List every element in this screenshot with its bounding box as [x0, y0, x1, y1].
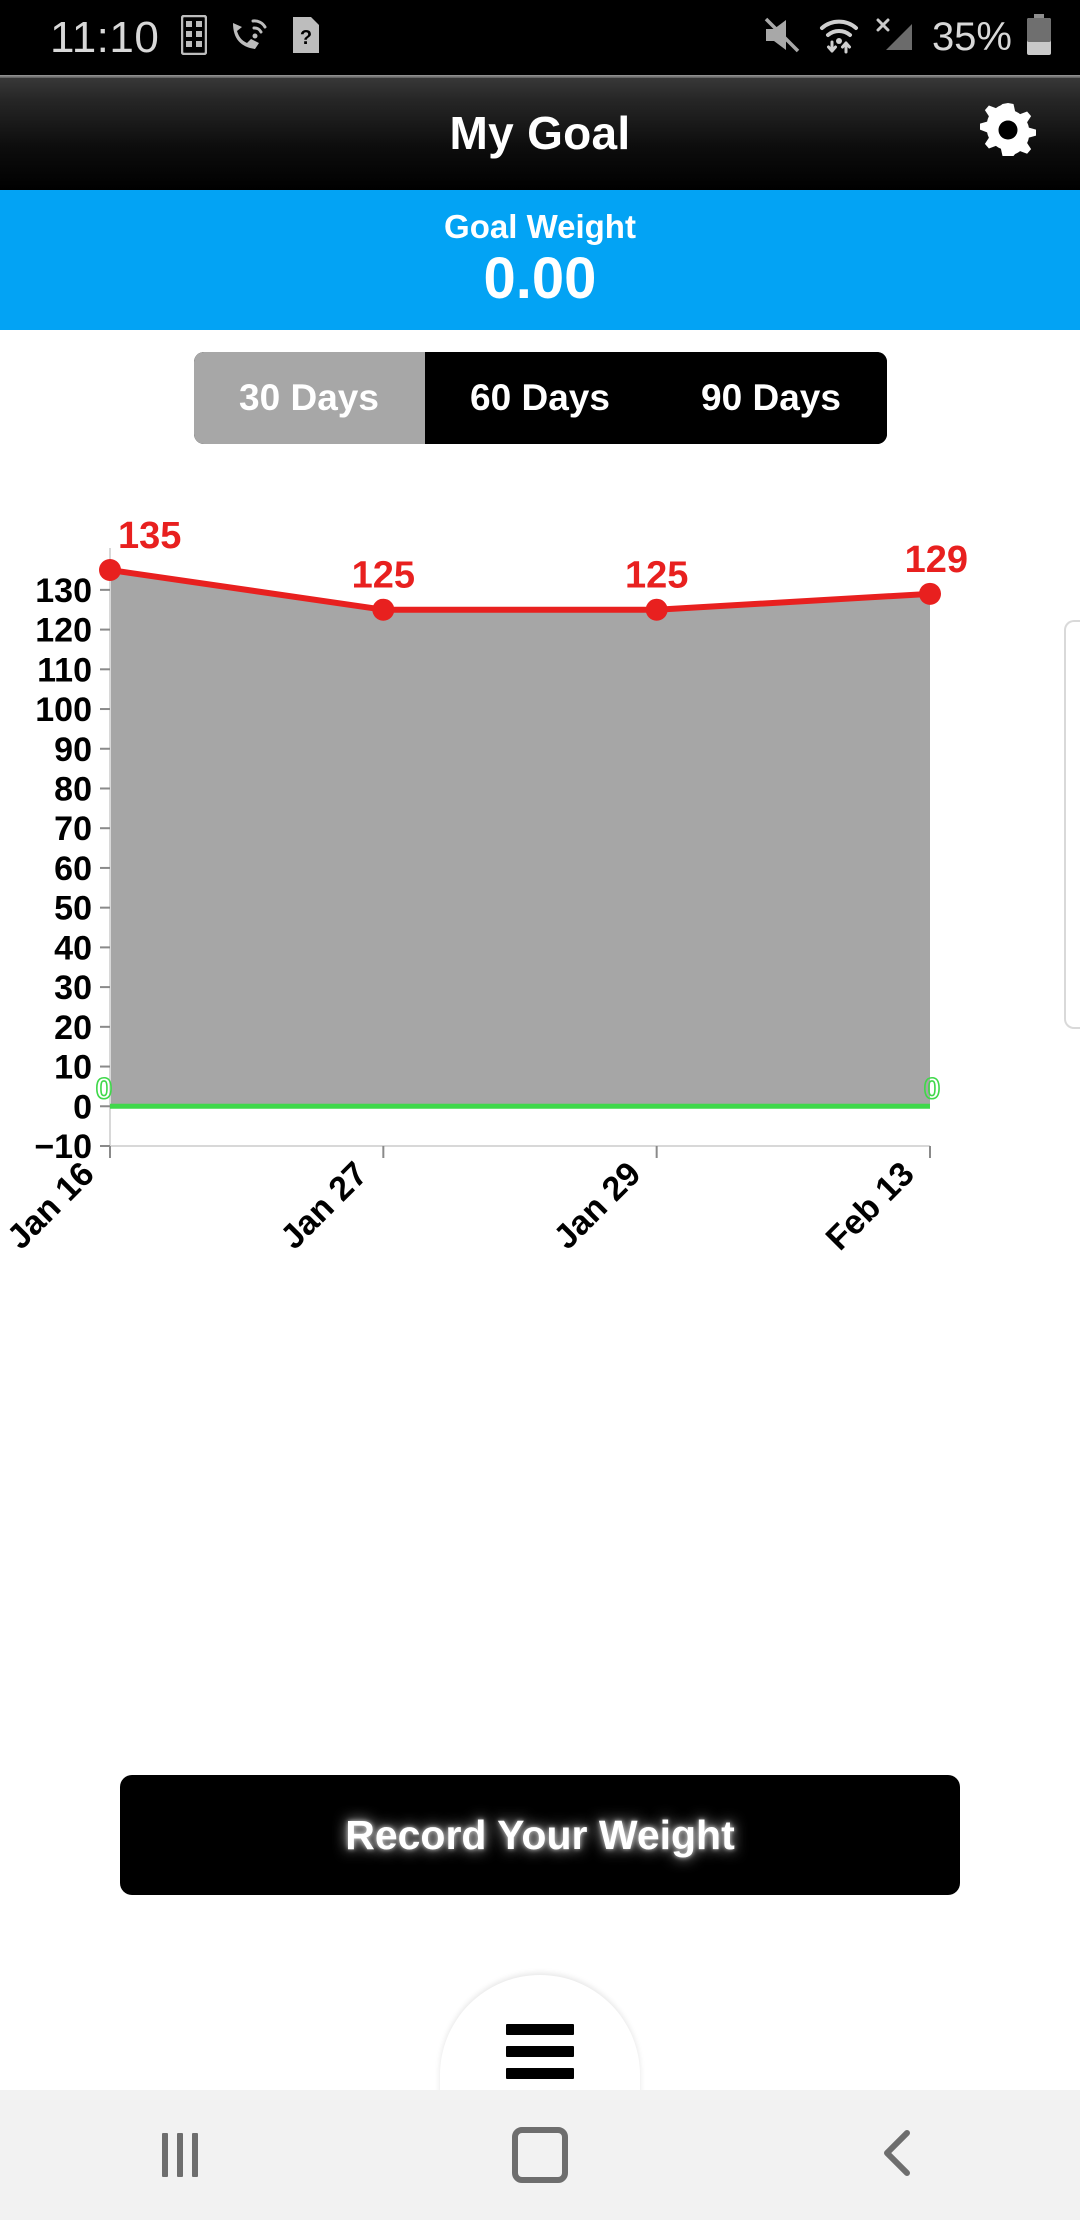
hamburger-menu-icon — [506, 2023, 574, 2079]
app-bar: My Goal — [0, 75, 1080, 190]
svg-text:90: 90 — [54, 731, 92, 769]
status-bar: 11:10 ? 35% — [0, 0, 1080, 75]
keypad-icon — [181, 14, 208, 60]
home-icon — [512, 2127, 568, 2183]
svg-text:50: 50 — [54, 890, 92, 928]
record-weight-button-label: Record Your Weight — [345, 1811, 735, 1858]
status-bar-left: 11:10 ? — [0, 12, 321, 62]
tab-30-days[interactable]: 30 Days — [193, 352, 425, 444]
nav-home-button[interactable] — [465, 2090, 615, 2220]
goal-weight-label: Goal Weight — [444, 208, 636, 246]
svg-text:?: ? — [300, 27, 312, 49]
svg-text:70: 70 — [54, 810, 92, 848]
svg-text:120: 120 — [35, 612, 92, 650]
svg-text:−10: −10 — [34, 1128, 92, 1166]
no-signal-icon — [874, 16, 918, 59]
svg-text:60: 60 — [54, 850, 92, 888]
svg-text:125: 125 — [352, 555, 415, 597]
status-bar-right: 35% — [762, 14, 1080, 61]
mute-icon — [762, 16, 804, 59]
weight-chart-svg: 1301201101009080706050403020100−100 01351… — [0, 515, 968, 1258]
tab-60-days[interactable]: 60 Days — [424, 352, 656, 444]
svg-text:10: 10 — [54, 1049, 92, 1087]
battery-percent-label: 35% — [931, 15, 1012, 59]
svg-text:Jan 29: Jan 29 — [547, 1155, 649, 1257]
gear-icon — [977, 99, 1039, 166]
svg-text:Jan 27: Jan 27 — [273, 1155, 375, 1257]
goal-weight-banner: Goal Weight 0.00 — [0, 190, 1080, 330]
page-title: My Goal — [449, 106, 631, 159]
android-nav-bar — [0, 2090, 1080, 2220]
wifi-data-icon — [818, 15, 860, 60]
svg-text:130: 130 — [35, 572, 92, 610]
weight-chart[interactable]: 130 120 110 100 90 80 70 60 50 40 30 20 10 0 −10 0 0 135 1… — [0, 470, 1080, 1260]
svg-text:Jan 16: Jan 16 — [0, 1155, 102, 1257]
app-screen: 11:10 ? 35% My Goal Goal Weight 0.00 30 … — [0, 0, 1080, 2220]
goal-weight-value: 0.00 — [483, 246, 597, 312]
svg-text:0: 0 — [96, 1072, 113, 1105]
wifi-calling-icon — [229, 17, 269, 58]
nav-recents-button[interactable] — [105, 2090, 255, 2220]
record-weight-button[interactable]: Record Your Weight — [120, 1775, 960, 1895]
svg-text:40: 40 — [54, 929, 92, 967]
back-icon — [875, 2127, 925, 2184]
sim-card-question-icon: ? — [291, 15, 321, 60]
svg-text:Feb 13: Feb 13 — [819, 1155, 922, 1258]
tab-90-days[interactable]: 90 Days — [655, 352, 887, 444]
svg-text:80: 80 — [54, 770, 92, 808]
svg-text:100: 100 — [35, 691, 92, 729]
menu-fab[interactable] — [440, 1975, 640, 2105]
recents-icon — [162, 2133, 198, 2177]
svg-text:0: 0 — [73, 1088, 92, 1126]
battery-icon — [1026, 14, 1052, 61]
svg-text:20: 20 — [54, 1009, 92, 1047]
svg-text:135: 135 — [118, 515, 181, 557]
nav-back-button[interactable] — [825, 2090, 975, 2220]
svg-text:129: 129 — [905, 539, 968, 581]
status-clock: 11:10 — [50, 12, 160, 62]
svg-text:125: 125 — [625, 555, 688, 597]
svg-text:0: 0 — [924, 1072, 941, 1105]
svg-text:110: 110 — [37, 651, 92, 689]
range-tabs: 30 Days 60 Days 90 Days — [0, 352, 1080, 444]
svg-text:30: 30 — [54, 969, 92, 1007]
settings-button[interactable] — [968, 93, 1048, 173]
